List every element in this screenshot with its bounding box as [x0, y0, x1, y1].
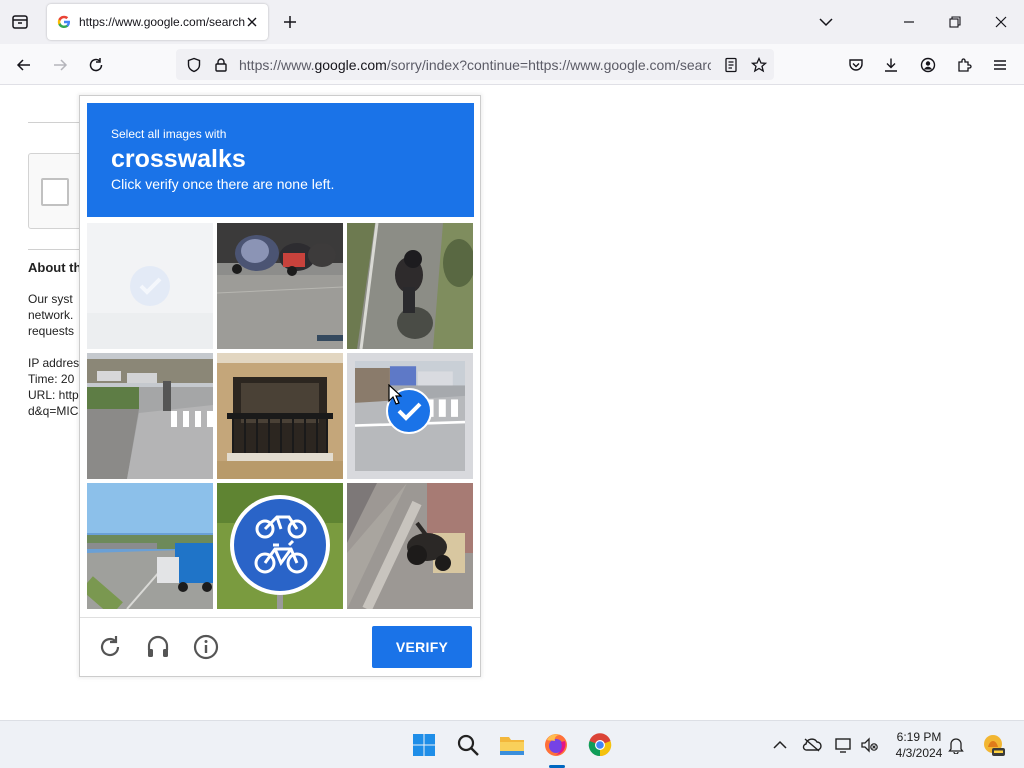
chevron-up-icon[interactable] — [770, 735, 790, 755]
verify-button[interactable]: VERIFY — [372, 626, 472, 668]
image-tile-4[interactable] — [87, 353, 213, 479]
network-icon[interactable] — [834, 735, 854, 755]
image-tile-2[interactable] — [217, 223, 343, 349]
chrome-icon[interactable] — [584, 729, 616, 761]
menu-icon[interactable] — [987, 52, 1013, 78]
image-tile-7[interactable] — [87, 483, 213, 609]
url-text[interactable]: https://www.google.com/sorry/index?conti… — [239, 57, 711, 73]
browser-tab[interactable]: https://www.google.com/search — [47, 4, 268, 40]
firefox-icon[interactable] — [540, 729, 572, 761]
image-tile-6[interactable] — [347, 353, 473, 479]
close-window-icon[interactable] — [989, 10, 1013, 34]
recaptcha-checkbox[interactable] — [41, 178, 69, 206]
footer-divider — [80, 617, 480, 618]
clock-date: 4/3/2024 — [895, 746, 943, 760]
image-tile-9[interactable] — [347, 483, 473, 609]
taskbar-clock[interactable]: 6:19 PM 4/3/2024 — [886, 729, 952, 761]
reload-icon[interactable] — [83, 52, 109, 78]
tab-bar: https://www.google.com/search — [0, 0, 1024, 44]
list-all-tabs-icon[interactable] — [814, 10, 838, 34]
image-tile-5[interactable] — [217, 353, 343, 479]
file-explorer-icon[interactable] — [496, 729, 528, 761]
forward-icon[interactable] — [47, 52, 73, 78]
search-icon[interactable] — [452, 729, 484, 761]
extensions-icon[interactable] — [951, 52, 977, 78]
reload-challenge-icon[interactable] — [95, 632, 125, 662]
info-icon[interactable] — [191, 632, 221, 662]
copilot-preview-icon[interactable] — [980, 732, 1006, 758]
image-grid — [87, 223, 474, 610]
windows-start-icon[interactable] — [408, 729, 440, 761]
info-text: Our syst network. requests IP addres Tim… — [28, 292, 80, 418]
audio-challenge-icon[interactable] — [143, 632, 173, 662]
recaptcha-challenge: Select all images with crosswalks Click … — [79, 95, 481, 677]
volume-muted-icon[interactable] — [859, 735, 879, 755]
about-heading: About th — [28, 260, 82, 275]
instruction-hint: Click verify once there are none left. — [111, 176, 335, 192]
reader-view-icon[interactable] — [721, 55, 741, 75]
taskbar: 6:19 PM 4/3/2024 — [0, 720, 1024, 768]
instruction-line: Select all images with — [111, 127, 227, 141]
image-tile-8[interactable] — [217, 483, 343, 609]
shield-icon[interactable] — [184, 55, 204, 75]
firefox-view-icon[interactable] — [8, 10, 32, 34]
back-icon[interactable] — [11, 52, 37, 78]
google-g-icon — [57, 15, 71, 29]
downloads-icon[interactable] — [878, 52, 904, 78]
challenge-target: crosswalks — [111, 145, 246, 173]
lock-icon[interactable] — [211, 55, 231, 75]
image-tile-3[interactable] — [347, 223, 473, 349]
onedrive-offline-icon[interactable] — [802, 735, 822, 755]
new-tab-icon[interactable] — [280, 12, 300, 32]
image-tile-1[interactable] — [87, 223, 213, 349]
url-bar[interactable]: https://www.google.com/sorry/index?conti… — [176, 49, 774, 80]
bookmark-star-icon[interactable] — [749, 55, 769, 75]
mouse-cursor-icon — [388, 383, 403, 411]
nav-bar: https://www.google.com/sorry/index?conti… — [0, 44, 1024, 85]
clock-time: 6:19 PM — [896, 730, 942, 744]
challenge-header: Select all images with crosswalks Click … — [87, 103, 474, 217]
notification-bell-icon[interactable] — [946, 735, 966, 755]
minimize-icon[interactable] — [897, 10, 921, 34]
close-tab-icon[interactable] — [244, 14, 260, 30]
pocket-icon[interactable] — [843, 52, 869, 78]
tab-title: https://www.google.com/search — [79, 15, 246, 29]
restore-icon[interactable] — [943, 10, 967, 34]
account-icon[interactable] — [915, 52, 941, 78]
